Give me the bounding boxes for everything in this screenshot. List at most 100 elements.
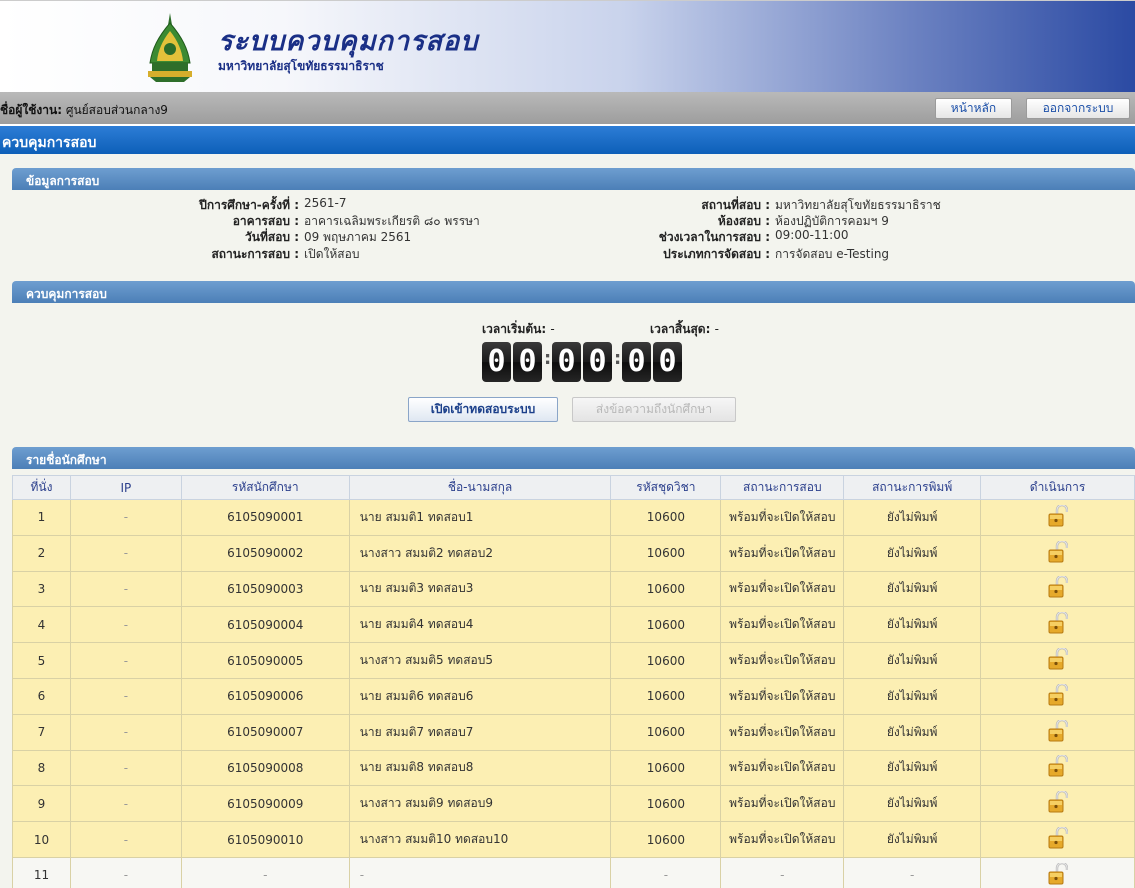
unlock-icon[interactable] — [1048, 861, 1068, 885]
students-header: รายชื่อนักศึกษา — [12, 447, 1135, 469]
col-ip: IP — [69, 475, 182, 500]
cell-course: 10600 — [610, 499, 722, 536]
cell-print-status: ยังไม่พิมพ์ — [843, 821, 982, 858]
cell-seat: 6 — [12, 677, 71, 715]
table-row: 8-6105090008 นาย สมมติ8 ทดสอบ8 10600 พร้อมท… — [12, 749, 1135, 787]
cell-exam-status: พร้อมที่จะเปิดให้สอบ — [720, 821, 845, 858]
cell-print-status: ยังไม่พิมพ์ — [843, 642, 982, 679]
cell-course: 10600 — [610, 713, 722, 751]
unlock-icon[interactable] — [1048, 754, 1068, 777]
cell-ip: - — [69, 749, 182, 787]
cell-ip: - — [69, 570, 182, 608]
table-row: 2-6105090002 นางสาว สมมติ2 ทดสอบ2 10600 พร้… — [12, 534, 1135, 572]
end-time-value: - — [714, 322, 719, 336]
cell-course: 10600 — [610, 677, 722, 715]
home-button[interactable]: หน้าหลัก — [935, 98, 1012, 119]
cell-exam-status: พร้อมที่จะเปิดให้สอบ — [720, 642, 845, 679]
students-table: ที่นั่ง IP รหัสนักศึกษา ชื่อ-นามสกุล รหั… — [12, 475, 1135, 888]
cell-ip: - — [69, 534, 182, 572]
cell-action — [980, 785, 1135, 823]
cell-seat: 5 — [12, 642, 71, 679]
table-row: 3-6105090003 นาย สมมติ3 ทดสอบ3 10600 พร้อมท… — [12, 570, 1135, 608]
end-time-label: เวลาสิ้นสุด: — [650, 322, 711, 336]
user-name: ศูนย์สอบส่วนกลาง9 — [65, 103, 168, 117]
cell-name: - — [348, 856, 612, 888]
info-status-label: สถานะการสอบ : — [211, 247, 299, 261]
timer-digit: 0 — [552, 342, 581, 382]
cell-name: นางสาว สมมติ2 ทดสอบ2 — [348, 534, 612, 572]
unlock-icon[interactable] — [1048, 790, 1068, 813]
site-title: ระบบควบคุมการสอบ — [218, 26, 479, 57]
table-row: 9-6105090009 นางสาว สมมติ9 ทดสอบ9 10600 พร้… — [12, 785, 1135, 823]
cell-student-id: - — [180, 856, 350, 888]
table-row: 4-6105090004 นาย สมมติ4 ทดสอบ4 10600 พร้อมท… — [12, 606, 1135, 644]
exam-info-header: ข้อมูลการสอบ — [12, 168, 1135, 190]
unlock-icon[interactable] — [1048, 575, 1068, 598]
col-student-id: รหัสนักศึกษา — [180, 475, 350, 500]
info-type-value: การจัดสอบ e-Testing — [775, 247, 890, 261]
cell-course: 10600 — [610, 642, 722, 679]
cell-exam-status: พร้อมที่จะเปิดให้สอบ — [720, 570, 845, 608]
page-title: ควบคุมการสอบ — [0, 126, 1135, 154]
cell-student-id: 6105090004 — [180, 606, 350, 644]
cell-name: นาย สมมติ1 ทดสอบ1 — [348, 499, 612, 536]
cell-seat: 2 — [12, 534, 71, 572]
cell-student-id: 6105090002 — [180, 534, 350, 572]
cell-seat: 3 — [12, 570, 71, 608]
unlock-icon[interactable] — [1048, 539, 1068, 563]
cell-ip: - — [69, 821, 182, 858]
timer-digit: 0 — [622, 342, 651, 382]
logout-button[interactable]: ออกจากระบบ — [1026, 98, 1130, 119]
cell-seat: 8 — [12, 749, 71, 787]
cell-print-status: ยังไม่พิมพ์ — [843, 785, 982, 823]
cell-action — [980, 499, 1135, 536]
cell-exam-status: พร้อมที่จะเปิดให้สอบ — [720, 677, 845, 715]
unlock-icon[interactable] — [1048, 611, 1068, 634]
app-window: ระบบควบคุมการสอบ มหาวิทยาลัยสุโขทัยธรรมา… — [0, 0, 1135, 888]
cell-seat: 11 — [12, 856, 71, 888]
unlock-icon[interactable] — [1048, 503, 1068, 527]
cell-course: 10600 — [610, 570, 722, 608]
cell-ip: - — [69, 785, 182, 823]
user-label: ชื่อผู้ใช้งาน: — [0, 103, 62, 117]
cell-student-id: 6105090010 — [180, 821, 350, 858]
cell-ip: - — [69, 713, 182, 751]
cell-action — [980, 677, 1135, 715]
cell-exam-status: พร้อมที่จะเปิดให้สอบ — [720, 713, 845, 751]
info-status-value: เปิดให้สอบ — [304, 247, 360, 261]
site-subtitle: มหาวิทยาลัยสุโขทัยธรรมาธิราช — [218, 59, 384, 73]
cell-student-id: 6105090005 — [180, 642, 350, 679]
cell-action — [980, 606, 1135, 644]
cell-student-id: 6105090003 — [180, 570, 350, 608]
cell-exam-status: พร้อมที่จะเปิดให้สอบ — [720, 499, 845, 536]
cell-ip: - — [69, 856, 182, 888]
info-type-label: ประเภทการจัดสอบ : — [663, 247, 770, 261]
cell-print-status: ยังไม่พิมพ์ — [843, 749, 982, 787]
unlock-icon[interactable] — [1048, 718, 1068, 742]
cell-student-id: 6105090001 — [180, 499, 350, 536]
start-time-label: เวลาเริ่มต้น: — [482, 322, 547, 336]
cell-student-id: 6105090008 — [180, 749, 350, 787]
cell-exam-status: - — [720, 856, 845, 888]
cell-action — [980, 534, 1135, 572]
timer-colon: : — [544, 348, 552, 369]
table-row: 10-6105090010 นางสาว สมมติ10 ทดสอบ10 10600… — [12, 821, 1135, 858]
cell-seat: 4 — [12, 606, 71, 644]
cell-student-id: 6105090009 — [180, 785, 350, 823]
cell-exam-status: พร้อมที่จะเปิดให้สอบ — [720, 749, 845, 787]
cell-action — [980, 856, 1135, 888]
cell-print-status: - — [843, 856, 982, 888]
start-time-value: - — [550, 322, 555, 336]
cell-student-id: 6105090006 — [180, 677, 350, 715]
send-message-button[interactable]: ส่งข้อความถึงนักศึกษา — [572, 397, 736, 422]
cell-print-status: ยังไม่พิมพ์ — [843, 606, 982, 644]
university-logo — [148, 13, 192, 82]
unlock-icon[interactable] — [1048, 682, 1068, 706]
open-test-button[interactable]: เปิดเข้าทดสอบระบบ — [408, 397, 558, 422]
unlock-icon[interactable] — [1048, 825, 1068, 849]
cell-name: นาย สมมติ4 ทดสอบ4 — [348, 606, 612, 644]
cell-print-status: ยังไม่พิมพ์ — [843, 677, 982, 715]
cell-course: - — [610, 856, 722, 888]
unlock-icon[interactable] — [1048, 646, 1068, 670]
timer-digit: 0 — [653, 342, 682, 382]
